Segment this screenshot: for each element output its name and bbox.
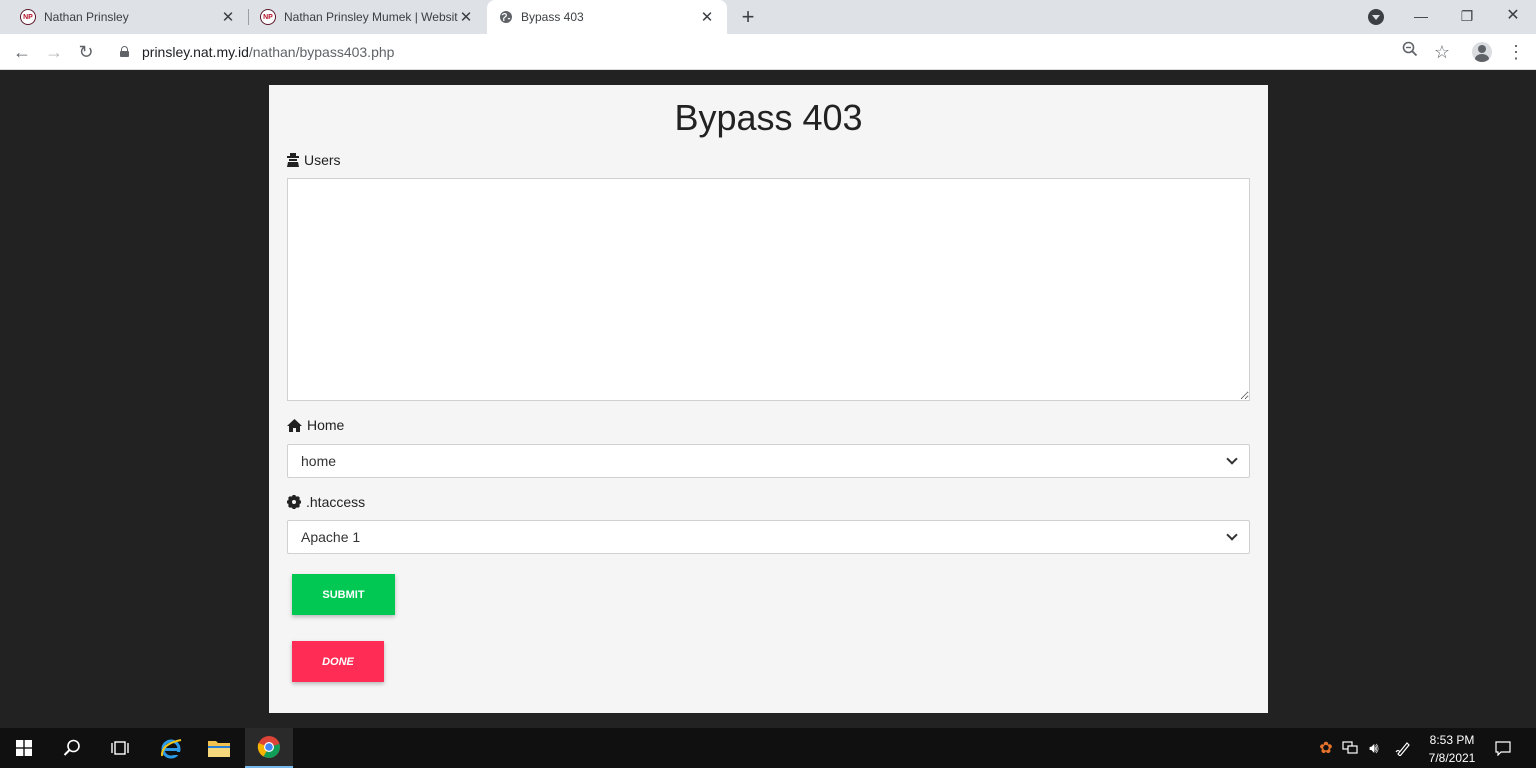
gear-icon <box>287 495 301 509</box>
htaccess-select[interactable]: Apache 1 <box>287 520 1250 554</box>
htaccess-select-value: Apache 1 <box>301 529 361 545</box>
chevron-down-icon <box>1226 453 1238 465</box>
search-icon[interactable] <box>48 728 96 768</box>
htaccess-label-text: .htaccess <box>306 494 366 510</box>
tab-nathan-prinsley-website[interactable]: NP Nathan Prinsley Mumek | Website ✕ <box>248 0 486 34</box>
reload-icon[interactable]: ↻ <box>74 40 98 64</box>
system-clock[interactable]: 8:53 PM 7/8/2021 <box>1424 731 1480 767</box>
pen-ink-icon[interactable] <box>1394 739 1412 757</box>
chevron-down-icon <box>1226 529 1238 541</box>
tab-close-icon[interactable]: ✕ <box>220 8 236 26</box>
zoom-icon[interactable] <box>1399 41 1421 63</box>
users-label-text: Users <box>304 152 341 168</box>
home-label-text: Home <box>307 417 345 433</box>
new-tab-button[interactable]: + <box>736 4 760 30</box>
clock-time: 8:53 PM <box>1429 733 1475 747</box>
minimize-button[interactable]: — <box>1406 4 1436 28</box>
tab-bypass-403[interactable]: Bypass 403 ✕ <box>487 0 727 34</box>
np-logo-icon: NP <box>260 9 276 25</box>
page-background: Bypass 403 Users Home home .htaccess Apa… <box>0 71 1536 728</box>
bypass-form-card: Bypass 403 Users Home home .htaccess Apa… <box>269 85 1268 713</box>
np-logo-icon: NP <box>20 9 36 25</box>
home-select-value: home <box>301 453 337 469</box>
tab-title: Nathan Prinsley Mumek | Website <box>284 10 458 24</box>
close-window-button[interactable]: ✕ <box>1498 4 1528 28</box>
browser-toolbar: ← → ↻ prinsley.nat.my.id/nathan/bypass40… <box>0 34 1536 70</box>
menu-kebab-icon[interactable]: ⋮ <box>1505 41 1527 63</box>
browser-tab-strip: NP Nathan Prinsley ✕ NP Nathan Prinsley … <box>0 0 1536 34</box>
tab-close-icon[interactable]: ✕ <box>699 8 715 26</box>
bookmark-star-icon[interactable]: ☆ <box>1431 41 1453 63</box>
file-explorer-icon[interactable] <box>195 728 243 768</box>
windows-taskbar: ✿ 🔊︎ 8:53 PM 7/8/2021 <box>0 728 1536 768</box>
htaccess-label: .htaccess <box>287 494 365 510</box>
restore-button[interactable]: ❐ <box>1452 4 1482 28</box>
start-windows-icon[interactable] <box>0 728 48 768</box>
tab-nathan-prinsley[interactable]: NP Nathan Prinsley ✕ <box>8 0 248 34</box>
profile-avatar-icon[interactable] <box>1472 42 1492 62</box>
users-textarea[interactable] <box>287 178 1250 401</box>
url-path: /nathan/bypass403.php <box>248 44 395 60</box>
tray-app-icon[interactable]: ✿ <box>1317 739 1335 757</box>
volume-icon[interactable]: 🔊︎ <box>1365 739 1383 757</box>
internet-explorer-icon[interactable] <box>147 728 195 768</box>
network-icon[interactable] <box>1341 739 1359 757</box>
page-title: Bypass 403 <box>674 97 863 138</box>
submit-button[interactable]: SUBMIT <box>292 574 395 615</box>
forward-arrow-icon[interactable]: → <box>42 40 66 64</box>
tab-close-icon[interactable]: ✕ <box>458 8 474 26</box>
users-label: Users <box>287 152 341 168</box>
user-secret-icon <box>287 153 299 167</box>
done-button[interactable]: DONE <box>292 641 384 682</box>
task-view-icon[interactable] <box>96 728 144 768</box>
tab-search-icon[interactable] <box>1368 9 1384 25</box>
url-host: prinsley.nat.my.id <box>142 44 249 60</box>
tab-title: Bypass 403 <box>521 10 584 24</box>
home-label: Home <box>287 417 344 433</box>
home-icon <box>287 418 302 432</box>
tab-title: Nathan Prinsley <box>44 10 129 24</box>
lock-icon[interactable] <box>120 46 129 57</box>
back-arrow-icon[interactable]: ← <box>10 40 34 64</box>
address-bar[interactable]: prinsley.nat.my.id/nathan/bypass403.php <box>142 44 394 60</box>
chrome-taskbar-icon[interactable] <box>245 728 293 768</box>
home-select[interactable]: home <box>287 444 1250 478</box>
notification-icon[interactable] <box>1494 739 1512 757</box>
globe-icon <box>500 11 512 23</box>
clock-date: 7/8/2021 <box>1428 751 1476 765</box>
